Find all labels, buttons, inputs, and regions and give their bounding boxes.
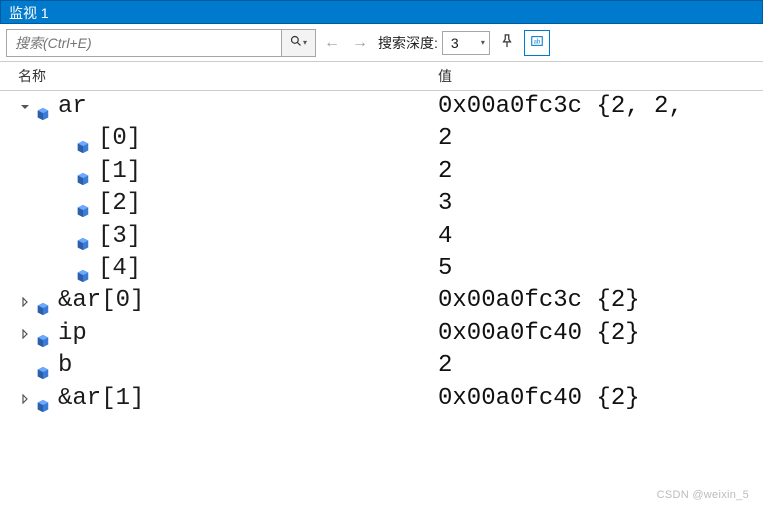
variable-name: b bbox=[58, 350, 72, 382]
variable-value: 0x00a0fc3c {2} bbox=[428, 285, 763, 317]
expander-open-icon[interactable] bbox=[14, 96, 36, 118]
toolbar: ▾ ← → 搜索深度: 3 ▾ ab bbox=[0, 24, 763, 62]
watch-row[interactable]: ar 0x00a0fc3c {2, 2, bbox=[0, 91, 763, 123]
name-cell: [3] bbox=[0, 221, 428, 253]
variable-value: 0x00a0fc40 {2} bbox=[428, 383, 763, 415]
variable-name: &ar[0] bbox=[58, 285, 144, 317]
window-title: 监视 1 bbox=[0, 0, 763, 24]
variable-value: 0x00a0fc40 {2} bbox=[428, 318, 763, 350]
variable-icon bbox=[36, 100, 50, 114]
window-title-text: 监视 1 bbox=[9, 5, 49, 21]
column-header-value[interactable]: 值 bbox=[428, 66, 763, 86]
variable-name: &ar[1] bbox=[58, 383, 144, 415]
variable-icon bbox=[76, 262, 90, 276]
expander-none bbox=[14, 355, 36, 377]
variable-name: [1] bbox=[98, 156, 141, 188]
variable-name: ar bbox=[58, 91, 87, 123]
variable-name: [3] bbox=[98, 221, 141, 253]
expander-closed-icon[interactable] bbox=[14, 323, 36, 345]
variable-icon bbox=[36, 359, 50, 373]
variable-icon bbox=[36, 295, 50, 309]
name-cell: [2] bbox=[0, 188, 428, 220]
display-format-icon: ab bbox=[530, 34, 544, 51]
variable-name: [4] bbox=[98, 253, 141, 285]
variable-value: 2 bbox=[428, 350, 763, 382]
watch-row[interactable]: [4] 5 bbox=[0, 253, 763, 285]
name-cell: [4] bbox=[0, 253, 428, 285]
search-depth-combo[interactable]: 3 ▾ bbox=[442, 31, 490, 55]
name-cell: ar bbox=[0, 91, 428, 123]
variable-icon bbox=[76, 133, 90, 147]
watch-row[interactable]: ip 0x00a0fc40 {2} bbox=[0, 318, 763, 350]
watch-row[interactable]: [3] 4 bbox=[0, 221, 763, 253]
chevron-down-icon: ▾ bbox=[481, 38, 485, 47]
variable-icon bbox=[76, 165, 90, 179]
search-depth-value: 3 bbox=[451, 35, 475, 51]
search-button[interactable]: ▾ bbox=[281, 30, 315, 56]
variable-name: [2] bbox=[98, 188, 141, 220]
name-cell: [0] bbox=[0, 123, 428, 155]
variable-value: 2 bbox=[428, 156, 763, 188]
watch-row[interactable]: &ar[0] 0x00a0fc3c {2} bbox=[0, 285, 763, 317]
variable-icon bbox=[36, 327, 50, 341]
variable-value: 0x00a0fc3c {2, 2, bbox=[428, 91, 763, 123]
nav-forward-button[interactable]: → bbox=[348, 31, 372, 55]
name-cell: &ar[0] bbox=[0, 285, 428, 317]
expander-closed-icon[interactable] bbox=[14, 291, 36, 313]
column-headers: 名称 值 bbox=[0, 62, 763, 91]
display-format-button[interactable]: ab bbox=[524, 30, 550, 56]
name-cell: b bbox=[0, 350, 428, 382]
variable-value: 3 bbox=[428, 188, 763, 220]
watch-row[interactable]: [0] 2 bbox=[0, 123, 763, 155]
expander-none bbox=[54, 226, 76, 248]
watch-row[interactable]: [1] 2 bbox=[0, 156, 763, 188]
watch-row[interactable]: b2 bbox=[0, 350, 763, 382]
search-icon bbox=[290, 35, 302, 50]
watch-rows: ar0x00a0fc3c {2, 2,[0]2[1]2[2]3[3]4[4]5&… bbox=[0, 91, 763, 415]
variable-value: 5 bbox=[428, 253, 763, 285]
watch-row[interactable]: [2] 3 bbox=[0, 188, 763, 220]
nav-back-button[interactable]: ← bbox=[320, 31, 344, 55]
pin-icon bbox=[500, 34, 514, 51]
expander-closed-icon[interactable] bbox=[14, 388, 36, 410]
expander-none bbox=[54, 161, 76, 183]
arrow-right-icon: → bbox=[352, 34, 368, 52]
search-depth-label: 搜索深度: bbox=[378, 33, 438, 53]
name-cell: &ar[1] bbox=[0, 383, 428, 415]
name-cell: ip bbox=[0, 318, 428, 350]
column-header-name[interactable]: 名称 bbox=[0, 66, 428, 86]
pin-button[interactable] bbox=[494, 30, 520, 56]
variable-name: ip bbox=[58, 318, 87, 350]
watch-row[interactable]: &ar[1] 0x00a0fc40 {2} bbox=[0, 383, 763, 415]
expander-none bbox=[54, 258, 76, 280]
variable-icon bbox=[76, 197, 90, 211]
dropdown-icon: ▾ bbox=[303, 38, 307, 47]
svg-text:ab: ab bbox=[534, 38, 541, 46]
watermark: CSDN @weixin_5 bbox=[657, 489, 749, 501]
expander-none bbox=[54, 193, 76, 215]
variable-icon bbox=[76, 230, 90, 244]
variable-value: 2 bbox=[428, 123, 763, 155]
search-input[interactable] bbox=[7, 35, 281, 51]
name-cell: [1] bbox=[0, 156, 428, 188]
arrow-left-icon: ← bbox=[324, 34, 340, 52]
search-box[interactable]: ▾ bbox=[6, 29, 316, 57]
expander-none bbox=[54, 129, 76, 151]
variable-icon bbox=[36, 392, 50, 406]
variable-value: 4 bbox=[428, 221, 763, 253]
variable-name: [0] bbox=[98, 123, 141, 155]
